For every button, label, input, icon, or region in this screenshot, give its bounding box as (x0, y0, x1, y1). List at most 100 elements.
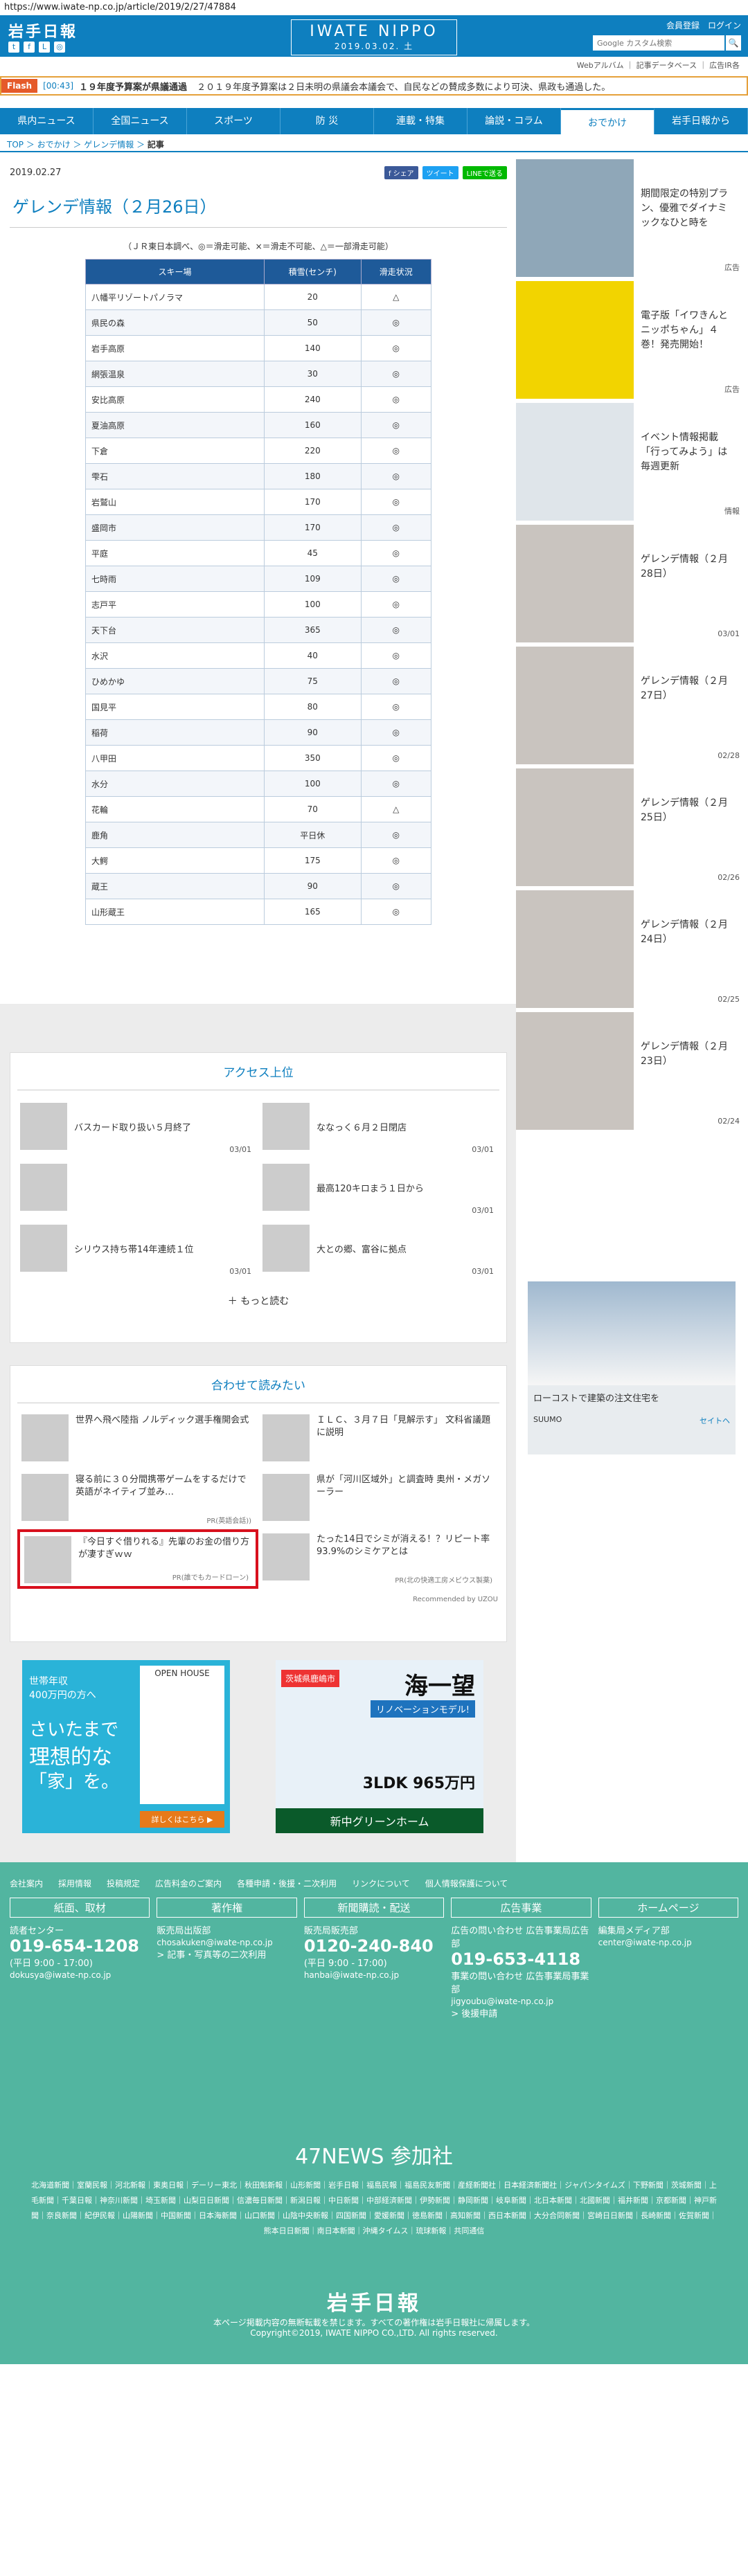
footer-logo[interactable]: 岩手日報 (0, 2286, 748, 2316)
global-nav: 県内ニュース 全国ニュース スポーツ防 災連載・特集 論説・コラム おでかけ 岩手日報から (0, 108, 748, 134)
facebook-share-button[interactable]: f シェア (384, 166, 418, 179)
sidebar-item-image (516, 525, 634, 642)
tweet-button[interactable]: ツイート (422, 166, 458, 179)
nav-item[interactable]: おでかけ (561, 108, 654, 134)
ad-banner-seaview[interactable]: 海一望 リノベーションモデル! 3LDK 965万円 茨城県鹿嶋市 新中グリーン… (276, 1660, 483, 1833)
nav-item[interactable]: 連載・特集 (374, 108, 467, 134)
sidebar-item[interactable]: ゲレンデ情報（２月28日） 03/01 (516, 525, 748, 647)
flash-tag: Flash (1, 79, 38, 93)
ad-banner-openhouse[interactable]: 世帯年収 400万円の方へ さいたまで 理想的な 「家」を。 OPEN HOUS… (22, 1660, 230, 1833)
footer-column: 新聞購読・配送 販売局販売部 0120-240-840 (平日 9:00 - 17:0… (303, 1898, 445, 2019)
sidebar-item[interactable]: 電子版「イワきんとニッポちゃん」４巻！発売開始！ 広告 (516, 281, 748, 403)
sidebar-item-text: ゲレンデ情報（２月24日） (641, 919, 728, 945)
flash-text: ２０１９年度予算案は２日未明の県議会本議会で、自民などの賛成多数により可決、県政… (197, 82, 611, 93)
footer-link[interactable]: 各種申請・後援・二次利用 (237, 1877, 337, 1889)
access-item[interactable]: バスカード取り扱い５月終了 03/01 (16, 1096, 258, 1157)
related-item[interactable]: 『今日すぐ借りれる』先輩のお金の借り方が凄すぎｗｗ PR(誰でもカードローン) (17, 1529, 258, 1589)
sidebar-item[interactable]: ゲレンデ情報（２月27日） 02/28 (516, 647, 748, 768)
ad2-line-1: リノベーションモデル! (371, 1700, 475, 1718)
access-item[interactable]: ななっく６月２日閉店 03/01 (258, 1096, 501, 1157)
table-row: 七時雨 109 ◎ (84, 566, 432, 592)
table-cell: 365 (264, 617, 362, 643)
instagram-icon[interactable]: ◎ (54, 42, 65, 53)
news47-paper-list[interactable]: 北海道新聞｜室蘭民報｜河北新報｜東奥日報｜デーリー東北｜秋田魁新報｜山形新聞｜岩… (0, 2178, 748, 2239)
nav-item[interactable]: 論説・コラム (467, 108, 561, 134)
footer-link[interactable]: 投稿規定 (107, 1877, 140, 1889)
footer-column-line: 019-653-4118 (451, 1949, 581, 1969)
footer-column-line[interactable]: > 後援申請 (451, 2006, 591, 2019)
footer-copyright: Copyright©2019, IWATE NIPPO CO.,LTD. All… (250, 2328, 498, 2338)
facebook-icon[interactable]: f (24, 42, 35, 53)
footer-column-head: ホームページ (598, 1898, 739, 1918)
line-icon[interactable]: L (39, 42, 50, 53)
footer-bottom: 岩手日報 本ページ掲載内容の無断転載を禁じます。すべての著作権は岩手日報社に帰属… (0, 2286, 748, 2338)
footer-column-line[interactable]: jigyoubu@iwate-np.co.jp (451, 1997, 591, 2006)
table-cell: 大鰐 (84, 847, 265, 874)
access-item[interactable]: シリウス持ち帯14年連続１位 03/01 (16, 1218, 258, 1279)
table-cell: 水分 (84, 771, 265, 797)
sidebar-item[interactable]: 期間限定の特別プラン、優雅でダイナミックなひと時を 広告 (516, 159, 748, 281)
table-note: （ＪＲ東日本調べ、◎＝滑走可能、×＝滑走不可能、△＝一部滑走可能） (123, 242, 393, 251)
related-item[interactable]: 県が「河川区域外」と調査時 奥州・メガソーラー (258, 1470, 499, 1529)
sidebar-item[interactable]: ゲレンデ情報（２月25日） 02/26 (516, 768, 748, 890)
footer-link[interactable]: 広告料金のご案内 (155, 1877, 222, 1889)
line-share-button[interactable]: LINEで送る (462, 166, 507, 179)
more-button[interactable]: ＋ もっと読む (10, 1284, 506, 1320)
related-item[interactable]: ＩＬＣ、３月７日「見解示す」 文科省議題に説明 (258, 1410, 499, 1470)
access-item[interactable]: 最高120キロまう１日から 03/01 (258, 1157, 501, 1218)
table-cell: 水沢 (84, 642, 265, 669)
url-bar[interactable]: https://www.iwate-np.co.jp/article/2019/… (0, 0, 748, 15)
member-links[interactable]: 会員登録 ログイン (593, 19, 741, 31)
side-ad-link[interactable]: セイトヘ (700, 1415, 730, 1426)
sub-navigation[interactable]: Webアルバム ｜ 記事データベース ｜ 広告IR各 (0, 57, 748, 73)
related-item[interactable]: 世界へ飛べ陸指 ノルディック選手権開会式 (17, 1410, 258, 1470)
footer-link[interactable]: 採用情報 (58, 1877, 91, 1889)
nav-item[interactable]: 防 災 (280, 108, 374, 134)
table-row: 盛岡市 170 ◎ (84, 514, 432, 541)
footer-column-line[interactable]: dokusya@iwate-np.co.jp (10, 1970, 150, 1980)
brand-box[interactable]: IWATE NIPPO 2019.03.02. 土 (291, 19, 457, 55)
sidebar-item[interactable]: ゲレンデ情報（２月24日） 02/25 (516, 890, 748, 1012)
access-ranking-box: アクセス上位 バスカード取り扱い５月終了 03/01 ななっく６月２日閉店 03/01… (10, 1052, 507, 1343)
table-cell: 50 (264, 309, 362, 336)
side-ad-text: ローコストで建築の注文住宅を (533, 1394, 660, 1404)
table-cell: 天下台 (84, 617, 265, 643)
table-cell: 山形蔵王 (84, 899, 265, 925)
nav-item[interactable]: 県内ニュース (0, 108, 93, 134)
related-item[interactable]: 寝る前に３０分間携帯ゲームをするだけで英語がネイティブ並み… PR(英語会話)) (17, 1470, 258, 1529)
footer-link[interactable]: 会社案内 (10, 1877, 43, 1889)
flash-headline[interactable]: １９年度予算案が県議通過 (79, 80, 187, 93)
related-thumbnail (21, 1474, 69, 1521)
sidebar-item[interactable]: イベント情報掲載「行ってみよう」は毎週更新 情報 (516, 403, 748, 525)
footer: 会社案内 採用情報 投稿規定 広告料金のご案内 各種申請・後援・二次利用 リンクについて 個… (0, 1862, 748, 2364)
nav-item[interactable]: 岩手日報から (654, 108, 748, 134)
related-item[interactable]: たった14日でシミが消える！？リピート率93.9%のシミケアとは PR(北の快適工… (258, 1529, 499, 1589)
table-row: 国見平 80 ◎ (84, 694, 432, 720)
footer-column-line[interactable]: > 記事・写真等の二次利用 (157, 1947, 296, 1961)
site-logo[interactable]: 岩手日報 (8, 19, 78, 42)
twitter-icon[interactable]: t (8, 42, 19, 53)
access-thumbnail (20, 1164, 67, 1211)
search-input[interactable] (593, 35, 724, 51)
sidebar-item[interactable]: ゲレンデ情報（２月23日） 02/24 (516, 1012, 748, 1134)
flash-news-bar[interactable]: Flash [00:43] １９年度予算案が県議通過 ２０１９年度予算案は２日未… (0, 76, 748, 96)
nav-item[interactable]: スポーツ (187, 108, 280, 134)
footer-link[interactable]: リンクについて (352, 1877, 410, 1889)
footer-column-line[interactable]: hanbai@iwate-np.co.jp (304, 1970, 444, 1980)
breadcrumb-trail[interactable]: TOP ＞ おでかけ ＞ ゲレンデ情報 ＞ (7, 140, 145, 150)
recommended-by[interactable]: Recommended by UZOU (10, 1596, 506, 1609)
search-button[interactable]: 🔍 (726, 35, 741, 51)
footer-link[interactable]: 個人情報保護について (425, 1877, 508, 1889)
sidebar-item-date: 広告 (724, 263, 740, 272)
footer-column-line[interactable]: center@iwate-np.co.jp (598, 1938, 738, 1947)
related-item-text: 県が「河川区域外」と調査時 奥州・メガソーラー (317, 1475, 491, 1497)
footer-column-line[interactable]: chosakuken@iwate-np.co.jp (157, 1938, 296, 1947)
access-item[interactable] (16, 1157, 258, 1218)
nav-item[interactable]: 全国ニュース (93, 108, 187, 134)
ad1-cta[interactable]: 詳しくはこちら ▶ (140, 1811, 224, 1828)
table-cell: 八甲田 (84, 745, 265, 771)
access-item[interactable]: 大との郷、富谷に拠点 03/01 (258, 1218, 501, 1279)
side-ad-suumo[interactable]: ローコストで建築の注文住宅を SUUMO セイトヘ (528, 1281, 736, 1454)
table-cell: ◎ (360, 591, 432, 618)
table-cell: 160 (264, 412, 362, 438)
